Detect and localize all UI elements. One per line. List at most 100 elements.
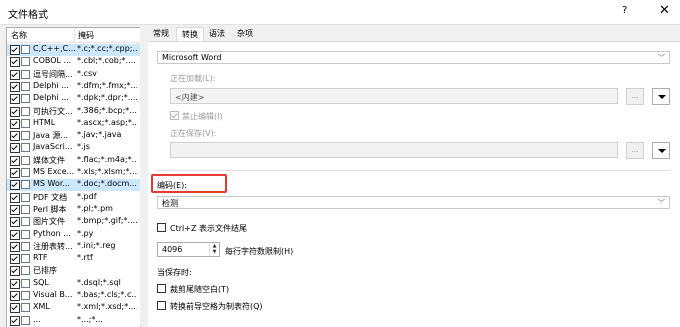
list-item-mask: *.c;*.cc;*.cpp;... [77,44,137,53]
file-type-icon [21,143,30,153]
saving-browse-button: ... [626,142,644,159]
enable-checkbox[interactable] [10,81,20,92]
loading-label: 正在加载(L): [170,74,216,83]
list-item[interactable]: PDF 文档 *.pdf [7,192,140,204]
disable-edit-checkbox [170,111,179,120]
convert-spaces-checkbox[interactable] [157,301,166,310]
list-item[interactable]: 已排序 [7,265,140,277]
list-item[interactable]: JavaScri... *.js [7,142,140,154]
list-item[interactable]: MS Wor... *.doc;*.docm... [7,179,140,192]
file-type-icon [21,81,30,91]
list-item-mask: *.ascx;*.asp;*.... [77,117,137,127]
enable-checkbox[interactable] [10,57,20,68]
list-item[interactable]: Delphi ... *.dpk;*.dpr;*.... [7,93,140,105]
enable-checkbox[interactable] [10,69,20,80]
enable-checkbox[interactable] [10,155,20,166]
enable-checkbox[interactable] [10,118,20,129]
loading-value: <内建> [175,93,205,102]
list-item[interactable]: Python ... *.py [7,229,140,241]
trim-trailing-checkbox[interactable] [157,284,166,293]
list-item[interactable]: HTML *.ascx;*.asp;*.... [7,118,140,130]
enable-checkbox[interactable] [10,168,20,178]
list-item-mask: *...;*... [77,314,103,324]
list-item[interactable]: RTF *.rtf [7,253,140,265]
list-item[interactable]: 图片文件 *.bmp;*.gif;*.... [7,216,140,228]
enable-checkbox[interactable] [10,291,20,301]
enable-checkbox[interactable] [10,278,20,289]
list-item[interactable]: 可执行文... *.386;*.bcp;*... [7,106,140,118]
file-type-icon [21,45,30,54]
enable-checkbox[interactable] [10,303,20,314]
spinner-arrows-icon[interactable]: ▲ ▼ [209,243,219,256]
enable-checkbox[interactable] [10,94,20,105]
tab-syntax[interactable]: 语法 [204,27,230,40]
list-item[interactable]: Perl 脚本 *.pl;*.pm [7,204,140,216]
chevron-down-icon: ﹀ [658,54,665,62]
enable-checkbox[interactable] [10,180,20,191]
ctrl-z-checkbox[interactable] [157,223,166,232]
enable-checkbox[interactable] [10,254,20,265]
tab-convert[interactable]: 转换 [176,27,204,42]
list-item-name: Perl 脚本 [33,204,67,214]
list-item[interactable]: C,C++,C... *.c;*.cc;*.cpp;... [7,44,140,56]
loading-browse-button: ... [626,88,644,105]
close-button[interactable]: ✕ [659,3,670,18]
list-scrollbar[interactable] [140,27,148,326]
enable-checkbox[interactable] [10,217,20,228]
file-type-icon [21,254,30,264]
list-item[interactable]: 逗号间隔... *.csv [7,69,140,81]
list-item[interactable]: Delphi ... *.dfm;*.fmx;*.... [7,81,140,93]
enable-checkbox[interactable] [10,45,20,55]
list-item[interactable]: MS Exce... *.xls;*.xlsm;*.... [7,167,140,179]
list-item[interactable]: 注册表转... *.ini;*.reg [7,241,140,253]
list-item-mask: *.flac;*.m4a;*.... [77,154,137,164]
list-item[interactable]: XML *.xml;*.xsd;*.... [7,302,140,314]
trim-trailing-label: 裁剪尾随空白(T) [170,285,230,294]
file-type-icon [21,229,30,239]
file-format-list[interactable]: 名称 掩码 C,C++,C... *.c;*.cc;*.cpp;... COBOL … [6,27,141,327]
converter-select[interactable]: Microsoft Word ﹀ [157,51,670,64]
help-button[interactable]: ? [622,5,627,16]
file-type-icon [21,291,30,300]
enable-checkbox[interactable] [10,266,20,277]
tab-misc[interactable]: 杂项 [232,27,258,40]
list-item-name: 媒体文件 [33,155,65,165]
ctrl-z-label: Ctrl+Z 表示文件结尾 [170,224,247,233]
list-item-mask: *.dfm;*.fmx;*.... [77,80,137,90]
enable-checkbox[interactable] [10,143,20,154]
enable-checkbox[interactable] [10,192,20,203]
list-item[interactable]: COBOL ... *.cbl;*.cob;*.... [7,56,140,68]
enable-checkbox[interactable] [10,241,20,252]
list-item[interactable]: ... *...;*... [7,315,140,327]
loading-dropdown-button[interactable] [652,88,670,105]
saving-label: 正在保存(V): [170,129,217,138]
list-item-mask: *.jav;*.java [77,130,122,140]
column-header-mask[interactable]: 掩码 [78,30,94,41]
enable-checkbox[interactable] [10,229,20,240]
enable-checkbox[interactable] [10,204,20,215]
column-divider[interactable] [74,28,75,42]
list-item-mask: *.js [77,142,90,152]
list-item-name: MS Wor... [33,179,71,189]
enable-checkbox[interactable] [10,315,20,326]
file-type-icon [21,155,30,165]
list-item[interactable]: Java 源... *.jav;*.java [7,130,140,142]
column-header-name[interactable]: 名称 [11,30,27,41]
chars-per-line-spinner[interactable]: 4096 ▲ ▼ [157,242,220,257]
enable-checkbox[interactable] [10,131,20,142]
tab-general[interactable]: 常规 [148,27,174,40]
file-type-icon [21,278,30,288]
saving-dropdown-button[interactable] [652,142,670,159]
title-separator [0,24,680,25]
disable-edit-label: 禁止编辑(I) [182,112,223,121]
list-item-name: Python ... [33,228,71,238]
list-item-mask: *.pl;*.pm [77,203,113,213]
window-title: 文件格式 [8,10,48,21]
enable-checkbox[interactable] [10,106,20,117]
file-type-icon [21,131,30,141]
list-item[interactable]: SQL *.dsql;*.sql [7,278,140,290]
encoding-select[interactable]: 检测 ﹀ [157,196,670,209]
list-item[interactable]: 媒体文件 *.flac;*.m4a;*.... [7,155,140,167]
list-item[interactable]: Visual B... *.bas;*.cls;*.c... [7,290,140,302]
list-item-mask: *.py [77,228,94,238]
